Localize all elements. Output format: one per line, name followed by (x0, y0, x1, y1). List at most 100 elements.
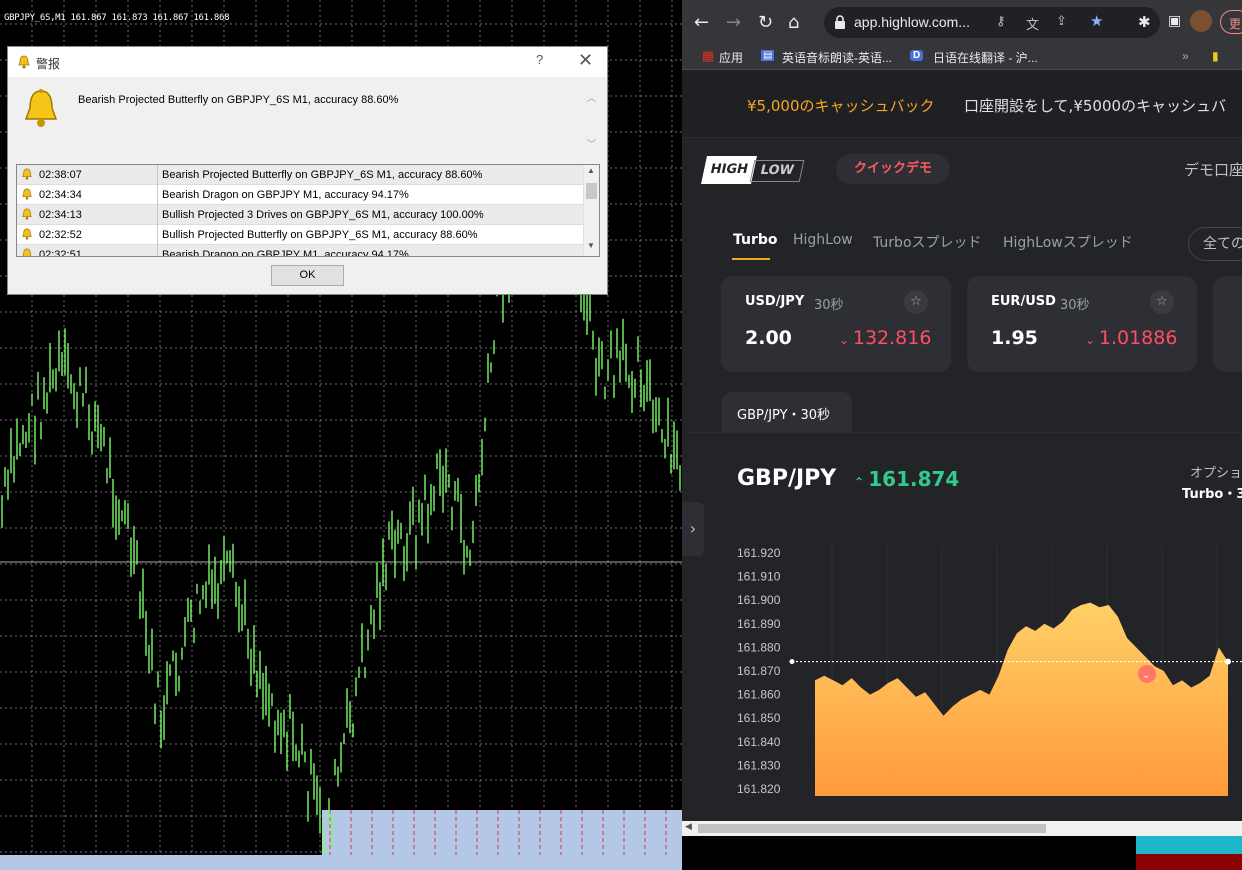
y-tick-label: 161.840 (737, 735, 781, 749)
list-item[interactable]: 02:34:34 Bearish Dragon on GBPJPY M1, ac… (17, 185, 599, 205)
apps-grid-icon[interactable]: ▦ (702, 48, 714, 64)
y-tick-label: 161.860 (737, 688, 781, 702)
horizontal-scrollbar[interactable]: ◀ (682, 821, 1242, 836)
strike-start-dot (789, 659, 795, 665)
column-separator (157, 205, 158, 225)
bookmark-japanese-translate[interactable]: 日语在线翻译 - 沪... (933, 49, 1038, 66)
help-button[interactable]: ? (536, 52, 543, 67)
translate-icon[interactable]: 文 (1026, 14, 1039, 33)
url-text[interactable]: app.highlow.com... (854, 14, 970, 30)
list-item[interactable]: 02:34:13 Bullish Projected 3 Drives on G… (17, 205, 599, 225)
price-chart[interactable]: 161.920 161.910 161.900 161.890 161.880 161.8… (682, 540, 1242, 802)
y-tick-label: 161.830 (737, 758, 781, 772)
scroll-up-icon[interactable]: ︿ (587, 91, 596, 104)
address-bar[interactable]: app.highlow.com... ⚷ 文 ⇪ ★ (824, 7, 1160, 38)
scroll-down-icon[interactable]: ﹀ (587, 137, 596, 150)
alert-time: 02:34:34 (39, 189, 82, 201)
folder-icon[interactable]: ▮ (1212, 49, 1219, 63)
extensions-icon[interactable]: ✱ (1138, 13, 1151, 31)
tab-highlow[interactable]: HighLow (793, 232, 853, 248)
scrollbar-thumb[interactable] (586, 183, 597, 199)
option-label: オプショ (1190, 466, 1242, 481)
card-rate: ⌄ 1.01886 (1085, 327, 1177, 349)
demo-account-label[interactable]: デモ口座 (1184, 159, 1242, 180)
reload-icon[interactable]: ↻ (758, 12, 773, 33)
scroll-up-icon[interactable]: ▲ (587, 166, 595, 175)
y-tick-label: 161.880 (737, 640, 781, 654)
list-scrollbar[interactable]: ▲ ▼ (583, 165, 599, 256)
list-item[interactable]: 02:32:51 Bearish Dragon on GBPJPY M1, ac… (17, 245, 599, 257)
card-duration: 30秒 (1060, 298, 1090, 313)
back-arrow-icon[interactable]: ← (694, 12, 709, 33)
bookmarks-bar: ▦ 应用 ▤ 英语音标朗读-英语... D 日语在线翻译 - 沪... » ▮ (682, 44, 1242, 70)
key-icon[interactable]: ⚷ (996, 14, 1006, 29)
alert-text: Bullish Projected Butterfly on GBPJPY_6S… (162, 229, 478, 241)
alert-time: 02:32:52 (39, 229, 82, 241)
tab-highlow-spread[interactable]: HighLowスプレッド (1003, 232, 1133, 252)
tab-turbo-spread[interactable]: Turboスプレッド (873, 232, 982, 252)
alert-message: Bearish Projected Butterfly on GBPJPY_6S… (78, 94, 399, 106)
up-arrow-icon: ⌃ (854, 475, 869, 489)
asset-card-partial[interactable] (1213, 276, 1242, 372)
ok-button[interactable]: OK (271, 265, 344, 286)
price-area (815, 602, 1228, 796)
all-assets-button[interactable]: 全ての (1188, 227, 1242, 261)
alert-title: 警报 (36, 57, 61, 71)
bookmark-star-icon[interactable]: ★ (1090, 12, 1103, 30)
chart-asset-tab[interactable]: GBP/JPY・30秒 (722, 392, 852, 432)
selected-rate: ⌃ 161.874 (854, 467, 959, 491)
alert-dialog[interactable]: 警报 ? ✕ Bearish Projected Butterfly on GB… (7, 46, 608, 295)
favorite-star-icon[interactable]: ☆ (1150, 290, 1174, 314)
highlow-logo[interactable]: HIGH LOW (701, 156, 805, 184)
update-button[interactable]: 更 (1220, 10, 1242, 34)
alert-time: 02:32:51 (39, 249, 82, 257)
taskbar-cyan-block (1136, 836, 1242, 854)
projected-zone (322, 810, 682, 855)
asset-card-eurusd[interactable]: EUR/USD 30秒 ☆ 1.95 ⌄ 1.01886 (967, 276, 1197, 372)
taskbar-red-block (1136, 854, 1242, 870)
card-rate-value: 132.816 (852, 327, 932, 349)
bookmark-apps[interactable]: 应用 (719, 49, 743, 66)
scrollbar-thumb[interactable] (698, 824, 1046, 833)
cashback-description: 口座開設をして,¥5000のキャッシュバ (964, 97, 1227, 115)
y-tick-label: 161.890 (737, 617, 781, 631)
bookmark-favicon-icon: ▤ (761, 50, 775, 61)
highlow-page: ¥5,000のキャッシュバック 口座開設をして,¥5000のキャッシュバ HIG… (682, 70, 1242, 821)
bookmarks-overflow-chevron-icon[interactable]: » (1182, 49, 1189, 63)
y-tick-label: 161.870 (737, 664, 781, 678)
bell-icon (18, 55, 30, 69)
alert-time: 02:34:13 (39, 209, 82, 221)
y-tick-label: 161.920 (737, 546, 781, 560)
scroll-down-icon[interactable]: ▼ (587, 241, 595, 250)
alert-history-list[interactable]: 02:38:07 Bearish Projected Butterfly on … (16, 164, 600, 257)
message-scrollbar[interactable]: ︿ ﹀ (586, 91, 598, 153)
active-tab-indicator (732, 258, 770, 260)
quick-demo-button[interactable]: クイックデモ (836, 154, 950, 184)
share-icon[interactable]: ⇪ (1056, 14, 1067, 29)
avatar[interactable] (1190, 10, 1212, 32)
bookmark-d-icon: D (910, 50, 924, 61)
favorite-star-icon[interactable]: ☆ (904, 290, 928, 314)
forward-arrow-icon[interactable]: → (726, 12, 741, 33)
down-arrow-icon: ⌄ (1085, 333, 1099, 347)
tab-turbo[interactable]: Turbo (733, 232, 778, 248)
bell-icon-large (24, 89, 58, 127)
card-payout: 2.00 (745, 327, 792, 349)
sidebar-icon[interactable]: ▣ (1168, 13, 1181, 29)
alert-titlebar[interactable]: 警报 ? ✕ (8, 47, 607, 77)
bell-icon (22, 188, 32, 200)
home-icon[interactable]: ⌂ (788, 12, 799, 33)
selected-pair: GBP/JPY (737, 466, 837, 491)
card-rate-value: 1.01886 (1098, 327, 1178, 349)
list-item[interactable]: 02:38:07 Bearish Projected Butterfly on … (17, 165, 599, 185)
scroll-left-icon[interactable]: ◀ (685, 822, 692, 832)
column-separator (157, 225, 158, 245)
close-button[interactable]: ✕ (578, 50, 593, 71)
down-arrow-icon: ⌄ (839, 333, 853, 347)
browser-window[interactable]: ← → ↻ ⌂ app.highlow.com... ⚷ 文 ⇪ ★ ✱ ▣ 更… (682, 0, 1242, 836)
promo-banner[interactable]: ¥5,000のキャッシュバック 口座開設をして,¥5000のキャッシュバ (682, 70, 1242, 138)
list-item[interactable]: 02:32:52 Bullish Projected Butterfly on … (17, 225, 599, 245)
column-separator (157, 245, 158, 256)
bookmark-english-phonetics[interactable]: 英语音标朗读-英语... (782, 49, 892, 66)
asset-card-usdjpy[interactable]: USD/JPY 30秒 ☆ 2.00 ⌄ 132.816 (721, 276, 951, 372)
